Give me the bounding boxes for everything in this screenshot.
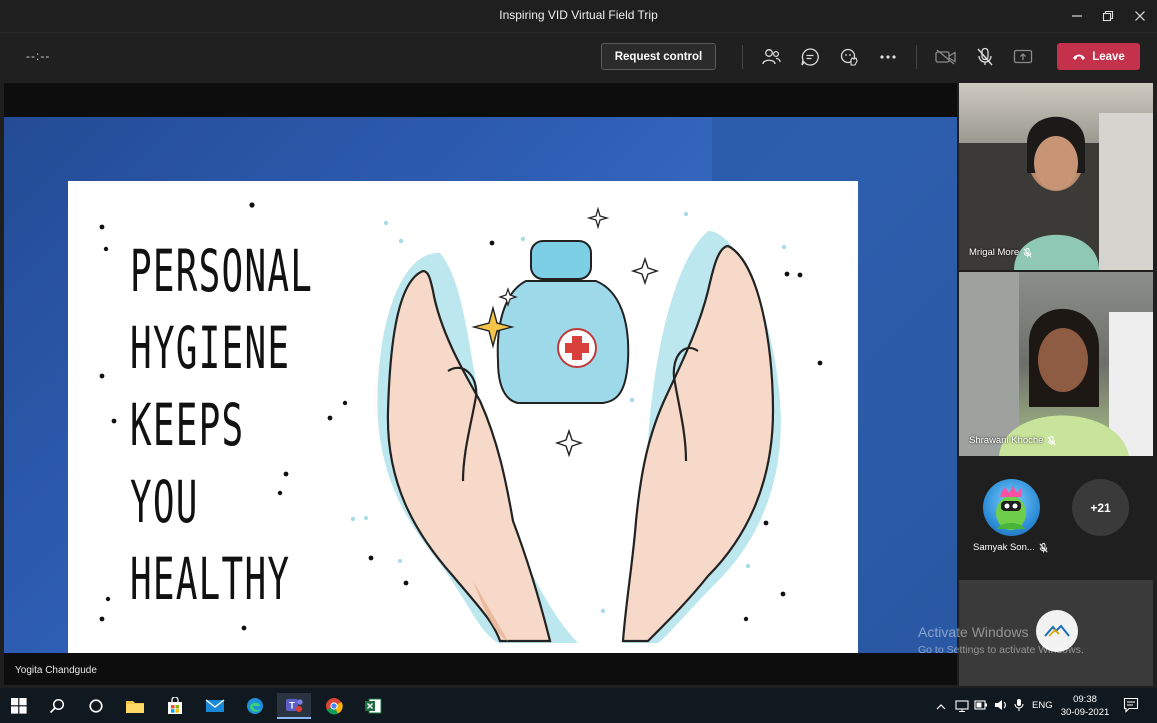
participant-video-tile[interactable]: Shrawani Khoche (959, 272, 1153, 456)
raise-hand-icon (840, 48, 858, 66)
reactions-button[interactable] (838, 46, 860, 68)
volume-icon (995, 700, 1006, 710)
taskbar-teams[interactable]: T (277, 693, 311, 719)
mic-off-icon (977, 47, 993, 66)
minimize-button[interactable] (1062, 4, 1092, 28)
windows-taskbar: T ENG 09:38 30-09-2021 (0, 688, 1157, 723)
chat-icon (801, 48, 819, 66)
search-icon (49, 698, 65, 714)
people-icon (762, 49, 781, 65)
chat-button[interactable] (799, 46, 821, 68)
shared-content-stage: PERSONAL HYGIENE KEEPS YOU HEALTHY Yogit… (4, 83, 957, 685)
participants-button[interactable] (760, 46, 782, 68)
title-bar: Inspiring VID Virtual Field Trip (0, 0, 1157, 32)
notifications-icon (1123, 697, 1139, 713)
mic-muted-icon (1047, 435, 1057, 446)
request-control-button[interactable]: Request control (601, 43, 716, 70)
teams-icon: T (286, 699, 303, 712)
camera-button[interactable] (935, 46, 957, 68)
participant-video-frame (959, 272, 1153, 456)
close-icon (1135, 11, 1145, 21)
excel-icon (365, 698, 382, 714)
camera-off-icon (935, 49, 956, 65)
action-center-button[interactable] (1123, 697, 1139, 718)
slide-background: PERSONAL HYGIENE KEEPS YOU HEALTHY (4, 117, 957, 653)
tray-overflow-button[interactable] (936, 698, 946, 716)
toolbar-divider (916, 45, 917, 69)
taskbar-file-explorer[interactable] (118, 693, 152, 719)
leave-label: Leave (1092, 50, 1125, 63)
mail-icon (205, 699, 225, 712)
microphone-icon (1014, 699, 1024, 711)
restore-icon (1102, 10, 1114, 22)
mic-muted-icon (1039, 542, 1048, 553)
leave-button[interactable]: Leave (1057, 43, 1140, 70)
share-screen-icon (1013, 49, 1033, 64)
meeting-timer: --:-- (26, 49, 51, 63)
slide-card: PERSONAL HYGIENE KEEPS YOU HEALTHY (68, 181, 858, 653)
restore-button[interactable] (1093, 4, 1123, 28)
hands-sanitizer-illustration (99, 202, 823, 644)
tray-clock[interactable]: 09:38 30-09-2021 (1060, 693, 1110, 719)
participant-video-frame (959, 113, 1153, 270)
mic-muted-icon (1023, 247, 1032, 258)
more-participants-button[interactable]: +21 (1072, 479, 1129, 536)
windows-logo-icon (11, 698, 27, 714)
chrome-icon (326, 698, 343, 715)
share-button[interactable] (1012, 46, 1034, 68)
battery-icon (974, 700, 987, 710)
network-icon (955, 700, 969, 712)
activate-windows-watermark: Activate Windows Go to Settings to activ… (918, 624, 1084, 656)
taskbar-edge[interactable] (238, 693, 272, 719)
taskbar-store[interactable] (158, 693, 192, 719)
taskbar-chrome[interactable] (317, 693, 351, 719)
more-icon (880, 55, 896, 59)
svg-text:T: T (289, 701, 295, 711)
participant-name-label: Mrigal More (969, 247, 1032, 258)
store-bag-icon (168, 697, 182, 714)
participant-video-tile[interactable]: Mrigal More (959, 83, 1153, 270)
window-title: Inspiring VID Virtual Field Trip (499, 8, 658, 22)
hang-up-icon (1073, 54, 1086, 60)
clock-date: 30-09-2021 (1060, 707, 1110, 718)
tray-icon[interactable] (955, 699, 969, 717)
taskbar-mail[interactable] (198, 693, 232, 719)
more-options-button[interactable] (877, 46, 899, 68)
avatar[interactable] (983, 479, 1040, 536)
task-view-button[interactable] (79, 693, 113, 719)
clock-time: 09:38 (1073, 694, 1097, 705)
minimize-icon (1072, 15, 1082, 17)
edge-icon (247, 698, 263, 714)
taskbar-excel[interactable] (356, 693, 390, 719)
microphone-button[interactable] (974, 46, 996, 68)
meeting-toolbar: --:-- Request control Leave (0, 32, 1157, 80)
toolbar-divider (742, 45, 743, 69)
folder-icon (126, 701, 144, 713)
tray-icon[interactable] (974, 698, 988, 717)
input-language[interactable]: ENG (1032, 700, 1053, 711)
participant-name-label: Samyak Son... (973, 542, 1048, 553)
cortana-circle-icon (89, 699, 103, 713)
search-button[interactable] (40, 693, 74, 719)
tray-icon[interactable] (994, 698, 1008, 717)
start-button[interactable] (2, 693, 36, 719)
close-button[interactable] (1125, 4, 1155, 28)
presenter-name: Yogita Chandgude (15, 665, 97, 676)
participant-name-label: Shrawani Khoche (969, 435, 1057, 446)
participant-avatar-row: +21 Samyak Son... (959, 462, 1153, 572)
tray-icon[interactable] (1014, 698, 1024, 717)
chevron-up-icon (936, 704, 946, 710)
avatar-image (996, 486, 1026, 530)
